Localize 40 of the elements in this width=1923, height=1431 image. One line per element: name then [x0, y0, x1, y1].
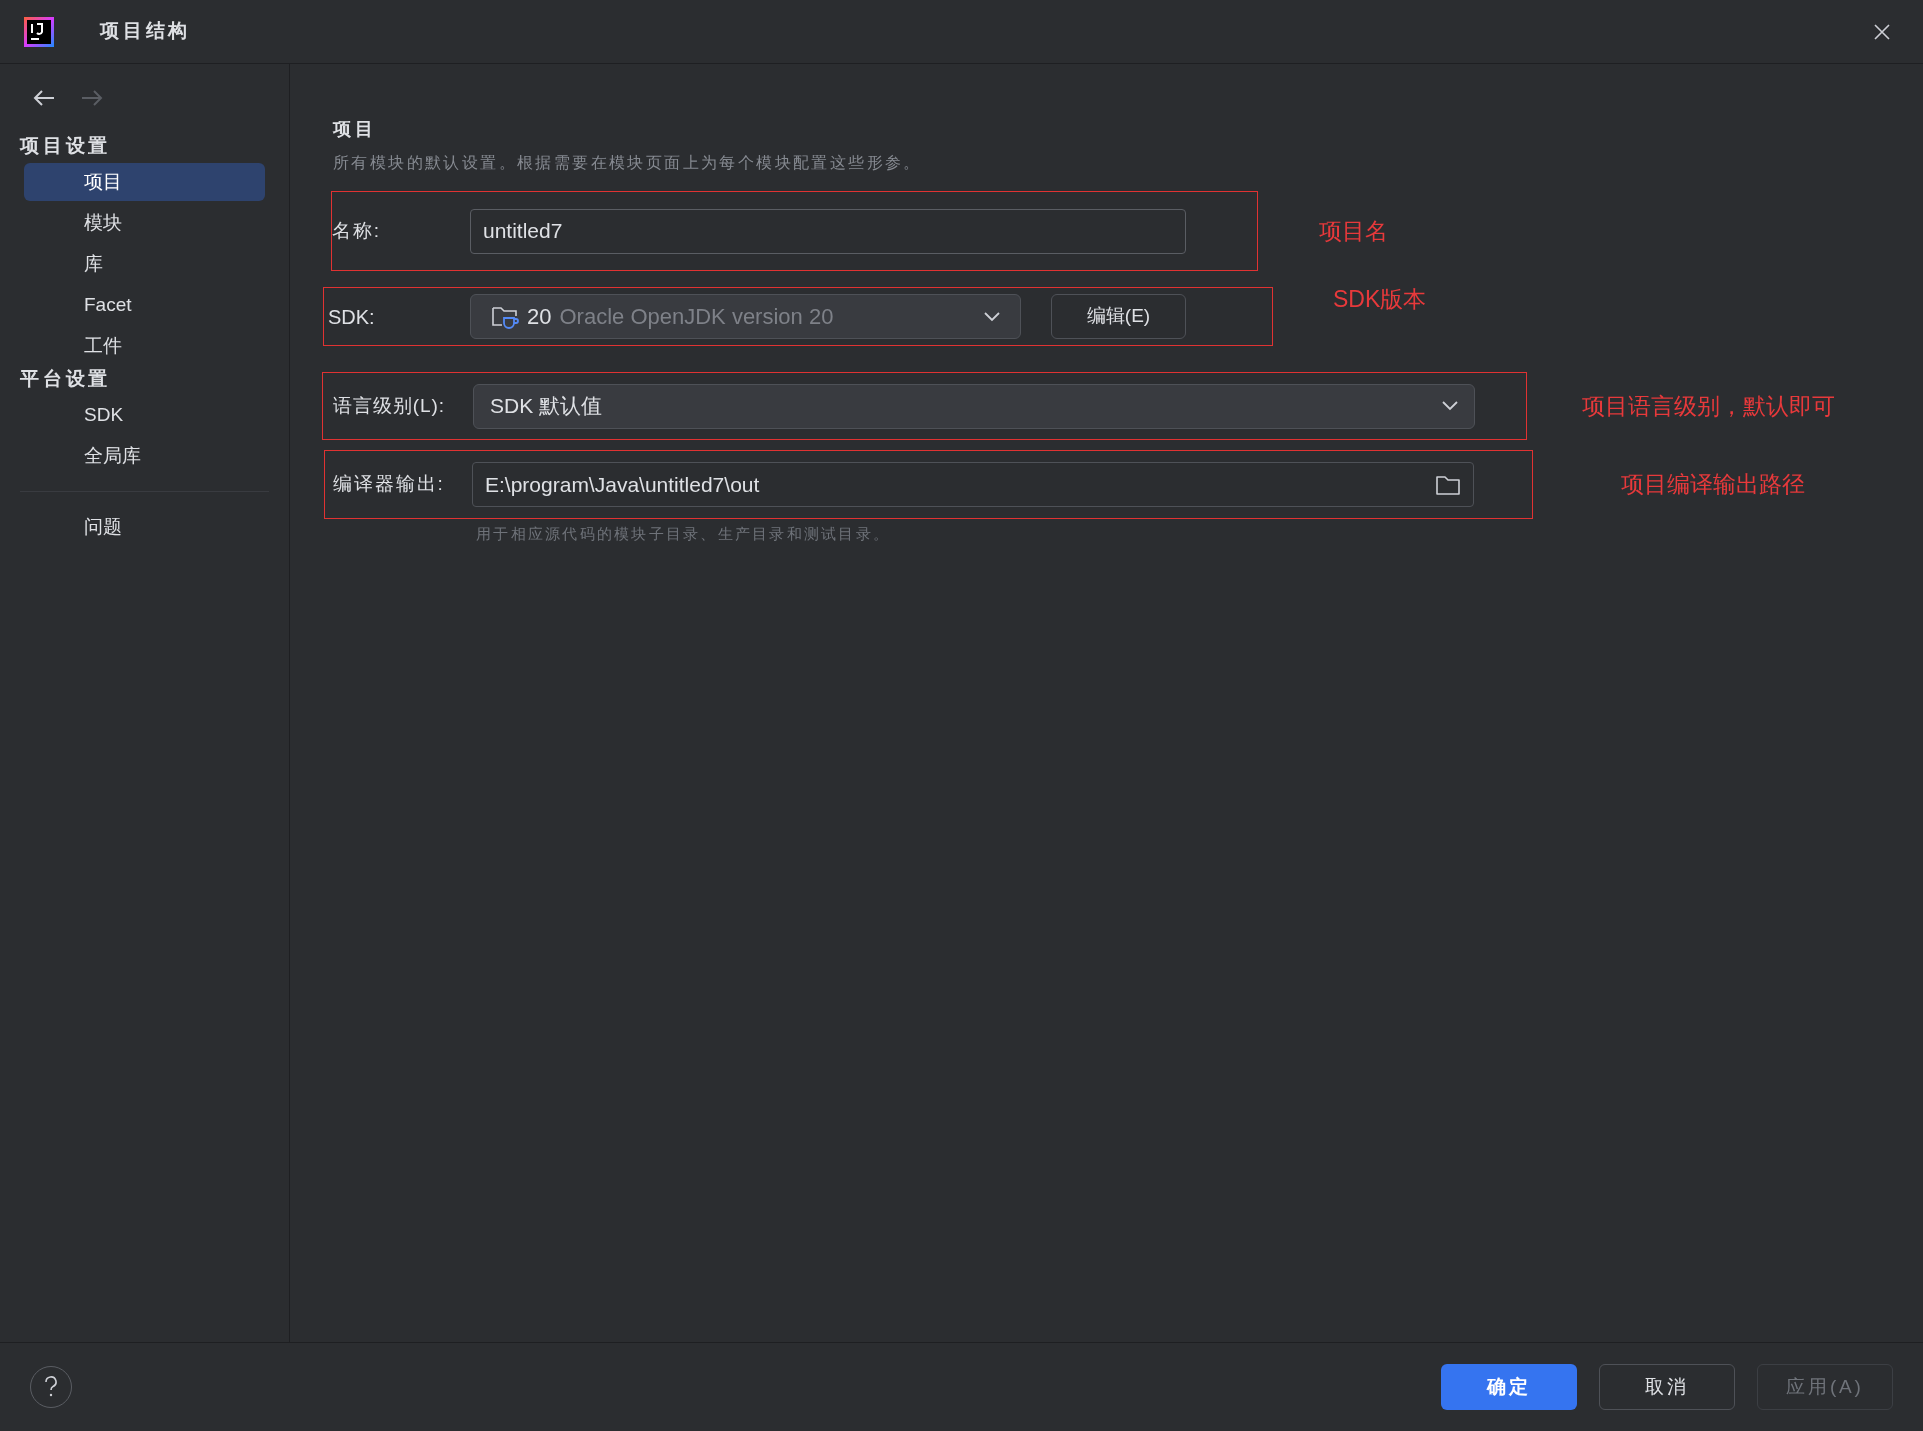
section-heading: 项目 — [331, 118, 378, 141]
sidebar-item[interactable]: SDK — [24, 396, 265, 434]
sidebar-item[interactable]: 全局库 — [24, 437, 265, 475]
annotation-text: 项目名 — [1319, 216, 1388, 246]
output-path-input[interactable]: E:\program\Java\untitled7\out — [472, 462, 1474, 507]
folder-icon[interactable] — [1435, 473, 1461, 496]
annotation-text: 项目编译输出路径 — [1621, 470, 1805, 500]
language-level-dropdown[interactable]: SDK 默认值 — [473, 383, 1475, 429]
question-mark-icon — [44, 1376, 58, 1398]
sdk-version: 20 — [527, 303, 552, 331]
jdk-selector[interactable]: 20 Oracle OpenJDK version 20 — [470, 294, 1021, 339]
sidebar-item[interactable]: 模块 — [24, 204, 265, 242]
annotation-text: 项目语言级别，默认即可 — [1582, 391, 1835, 421]
sidebar-item[interactable]: Facet — [24, 286, 265, 324]
sdk-name: Oracle OpenJDK version 20 — [559, 303, 834, 331]
hint-text: 用于相应源代码的模块子目录、生产目录和测试目录。 — [476, 524, 891, 544]
field-label: 编译器输出: — [332, 472, 446, 497]
back-arrow-icon[interactable] — [32, 88, 56, 108]
sidebar-item[interactable]: 问题 — [24, 508, 265, 546]
field-label: SDK: — [327, 304, 376, 330]
field-label: 名称: — [332, 218, 382, 243]
sidebar-item[interactable]: 库 — [24, 245, 265, 283]
chevron-down-icon — [984, 311, 1000, 322]
window-title: 项目结构 — [100, 19, 192, 44]
dropdown-value: SDK 默认值 — [490, 393, 602, 420]
section-heading: 项目设置 — [18, 133, 113, 158]
chevron-down-icon — [1442, 401, 1458, 411]
description-text: 所有模块的默认设置。根据需要在模块页面上为每个模块配置这些形参。 — [332, 153, 923, 173]
dialog-button[interactable]: 取消 — [1599, 1364, 1735, 1410]
field-label: 语言级别(L): — [332, 393, 447, 418]
sidebar-item[interactable]: 工件 — [24, 327, 265, 365]
dialog-button[interactable]: 确定 — [1441, 1364, 1577, 1410]
sidebar-item[interactable]: 项目 — [24, 163, 265, 201]
app-logo-icon — [24, 16, 54, 47]
edit-button[interactable]: 编辑(E) — [1051, 294, 1186, 339]
close-icon[interactable] — [1873, 22, 1891, 41]
section-heading: 平台设置 — [19, 366, 113, 391]
input-value: E:\program\Java\untitled7\out — [485, 471, 760, 498]
annotation-text: SDK版本 — [1333, 285, 1427, 314]
name-input[interactable]: untitled7 — [470, 208, 1186, 254]
